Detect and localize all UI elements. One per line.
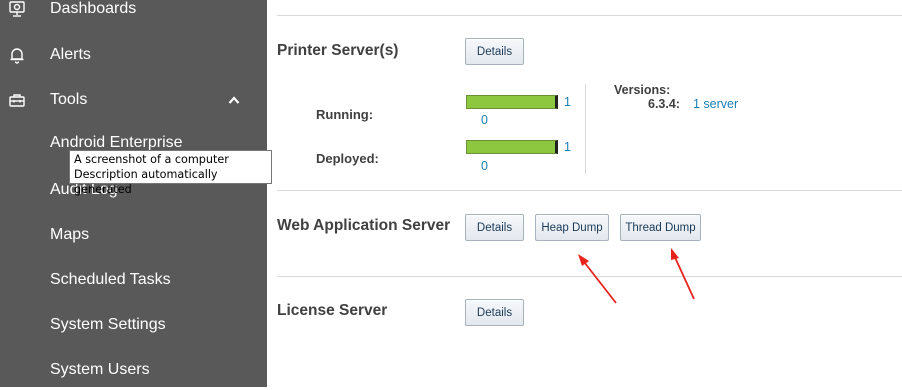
sidebar-item-label: Dashboards — [50, 0, 137, 17]
sidebar-item-label: System Settings — [50, 316, 166, 333]
sidebar-subitem-system-users[interactable]: System Users — [0, 350, 267, 390]
sidebar-item-label: Tools — [50, 91, 88, 108]
sidebar-subitem-maps[interactable]: Maps — [0, 215, 267, 255]
sidebar-item-label: System Users — [50, 361, 150, 378]
tooltip-line: Description automatically generated — [74, 168, 218, 196]
annotation-arrows — [578, 248, 695, 304]
main-content: Printer Server(s) Details Running: 1 0 D… — [267, 0, 902, 387]
sidebar-item-dashboards[interactable]: Dashboards — [0, 0, 267, 29]
sidebar-subitem-system-settings[interactable]: System Settings — [0, 305, 267, 345]
image-alt-tooltip: A screenshot of a computer Description a… — [69, 150, 272, 196]
arrow-to-heap-dump — [578, 254, 617, 304]
toolbox-icon — [6, 89, 28, 111]
dashboard-icon — [6, 0, 28, 20]
bell-icon — [6, 44, 28, 66]
chevron-up-icon[interactable] — [226, 92, 242, 108]
sidebar-subitem-scheduled-tasks[interactable]: Scheduled Tasks — [0, 260, 267, 300]
sidebar-item-tools[interactable]: Tools — [0, 80, 267, 120]
sidebar-item-alerts[interactable]: Alerts — [0, 35, 267, 75]
sidebar-item-label: Alerts — [50, 46, 91, 63]
sidebar-item-label: Scheduled Tasks — [50, 271, 171, 288]
arrow-to-thread-dump — [671, 248, 695, 300]
sidebar-item-label: Maps — [50, 226, 90, 243]
tooltip-line: A screenshot of a computer — [74, 153, 229, 166]
